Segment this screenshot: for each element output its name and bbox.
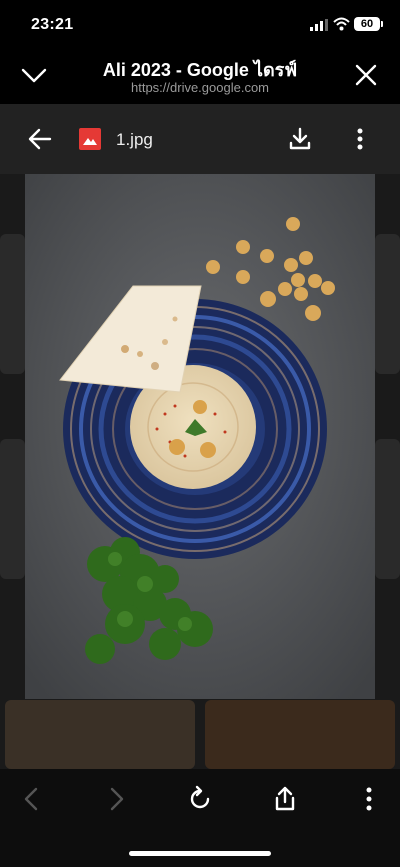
background-file-tile [375,234,400,374]
status-time: 23:21 [31,16,74,33]
reload-icon[interactable] [186,785,214,813]
background-file-tile [0,234,25,374]
viewer-toolbar: 1.jpg [0,104,400,174]
home-indicator [129,851,271,856]
status-bar: 23:21 60 [0,0,400,46]
image-file-icon [79,128,101,150]
background-file-tile [375,439,400,579]
back-nav-icon[interactable] [18,785,46,813]
cellular-signal-icon [310,19,328,31]
file-name: 1.jpg [116,130,153,149]
more-menu-icon[interactable] [355,785,383,813]
background-file-tile [205,700,395,769]
file-viewer: 1.jpg [0,104,400,769]
wifi-icon [333,17,350,31]
browser-bottom-bar [0,769,400,867]
battery-indicator: 60 [354,17,383,31]
forward-nav-icon[interactable] [102,785,130,813]
download-icon[interactable] [287,126,313,152]
close-icon[interactable] [354,63,378,87]
more-options-icon[interactable] [348,126,372,152]
browser-header: Ali 2023 - Google ไดรฟ์ https://drive.go… [0,46,400,104]
share-icon[interactable] [271,785,299,813]
page-url: https://drive.google.com [130,80,270,95]
back-arrow-icon[interactable] [27,126,53,152]
background-file-tile [0,439,25,579]
background-file-tile [5,700,195,769]
image-preview[interactable] [25,174,375,699]
chevron-down-icon[interactable] [20,61,48,89]
